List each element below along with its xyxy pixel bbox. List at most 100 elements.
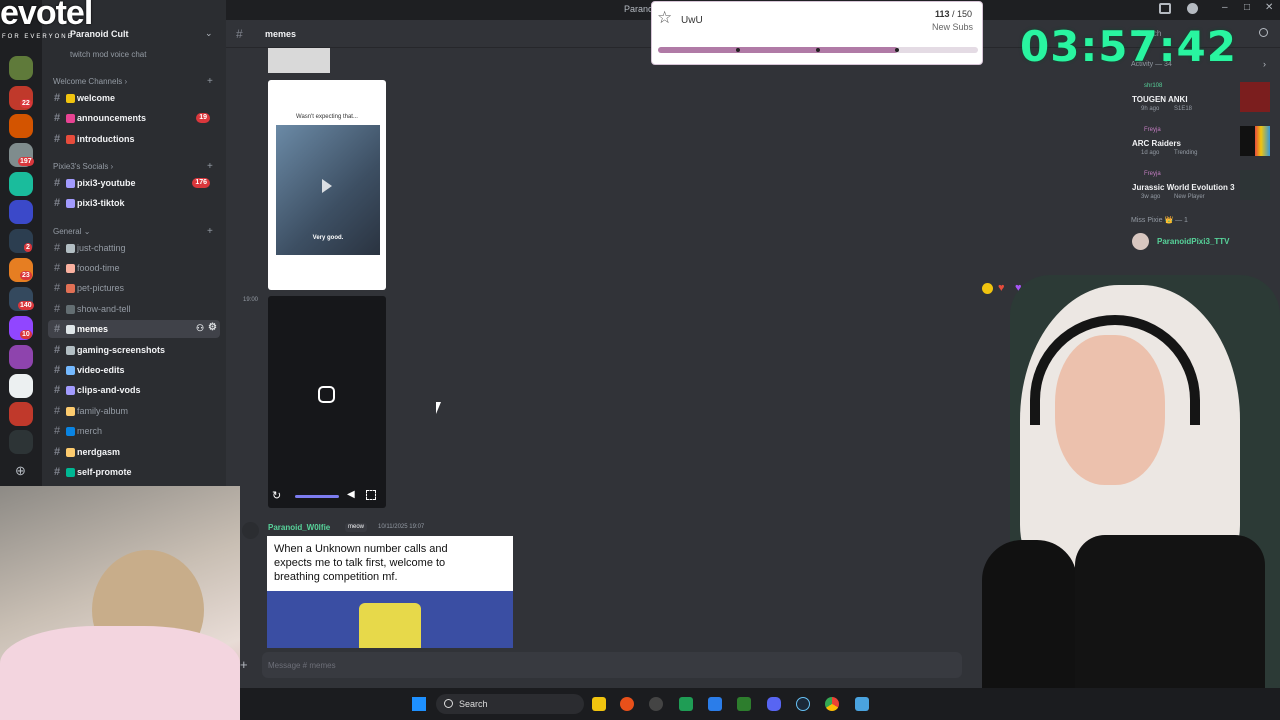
channel-announcements[interactable]: # announcements 19 <box>48 109 220 127</box>
channel-just-chatting[interactable]: # just-chatting <box>48 239 220 257</box>
search-icon[interactable] <box>444 699 453 708</box>
sub-goal-track <box>658 47 978 53</box>
activity-detail: S1E18 <box>1174 106 1193 112</box>
rail-badge: 140 <box>18 301 34 310</box>
chevron-right-icon[interactable]: › <box>1263 59 1266 69</box>
terminal-icon[interactable] <box>737 697 751 711</box>
obs-icon[interactable] <box>649 697 663 711</box>
video-card[interactable]: Wasn't expecting that... Very good. <box>268 80 386 290</box>
play-icon[interactable] <box>322 179 332 193</box>
category-welcome[interactable]: Welcome Channels › + <box>53 76 213 87</box>
header-hash-icon: # <box>236 27 243 41</box>
voice-channel[interactable]: twitch mod voice chat <box>70 50 146 59</box>
evotel-logo: evotel <box>0 0 93 32</box>
member-name[interactable]: ParanoidPixi3_TTV <box>1157 237 1229 246</box>
hash-icon: # <box>53 197 61 209</box>
discord-icon[interactable] <box>767 697 781 711</box>
hash-icon: # <box>53 425 61 437</box>
server-icon[interactable] <box>9 172 33 196</box>
channel-show-and-tell[interactable]: # show-and-tell <box>48 300 220 318</box>
chevron-down-icon[interactable]: ⌄ <box>205 28 213 39</box>
channel-self-promote[interactable]: # self-promote <box>48 463 220 481</box>
add-channel-icon[interactable]: + <box>207 76 213 87</box>
add-channel-icon[interactable]: + <box>207 226 213 237</box>
channel-gaming-screenshots[interactable]: # gaming-screenshots <box>48 341 220 359</box>
channel-pixi3-tiktok[interactable]: # pixi3-tiktok <box>48 194 220 212</box>
steam-icon[interactable] <box>796 697 810 711</box>
server-icon[interactable] <box>9 56 33 80</box>
rail-badge: 2 <box>24 243 32 252</box>
image-attachment[interactable] <box>268 48 330 73</box>
inbox-icon[interactable] <box>1159 3 1171 14</box>
excel-icon[interactable] <box>679 697 693 711</box>
instagram-icon[interactable] <box>318 386 335 403</box>
channel-clips-and-vods[interactable]: # clips-and-vods <box>48 381 220 399</box>
server-icon[interactable] <box>9 114 33 138</box>
channel-family-album[interactable]: # family-album <box>48 402 220 420</box>
server-icon[interactable] <box>9 430 33 454</box>
activity-user: shr108 <box>1144 83 1163 89</box>
instagram-embed[interactable]: ↻ ◀ <box>268 296 386 508</box>
volume-icon[interactable]: ◀ <box>347 489 355 500</box>
add-member-icon[interactable]: ⚇ <box>196 323 204 334</box>
add-channel-icon[interactable]: + <box>207 161 213 172</box>
activity-user: Freyja <box>1144 171 1161 177</box>
server-icon[interactable] <box>9 374 33 398</box>
activity-item[interactable]: shr108 TOUGEN ANKI 9h ago S1E18 <box>1130 82 1272 116</box>
category-general[interactable]: General ⌄ + <box>53 226 213 237</box>
channel-nerdgasm[interactable]: # nerdgasm <box>48 443 220 461</box>
server-rail: ⊕ 22 197 2 23 140 10 <box>0 0 42 488</box>
server-icon[interactable] <box>9 345 33 369</box>
activity-item[interactable]: Freyja ARC Raiders 1d ago Trending <box>1130 126 1272 160</box>
fullscreen-icon[interactable] <box>366 490 376 500</box>
meme-icon <box>66 324 75 334</box>
channel-introductions[interactable]: # introductions <box>48 130 220 148</box>
windows-start-icon[interactable] <box>412 697 426 711</box>
message-date: 10/11/2025 19:07 <box>378 524 425 530</box>
app-icon[interactable] <box>708 697 722 711</box>
maximize-icon[interactable]: □ <box>1244 2 1250 13</box>
member-avatar[interactable] <box>1132 233 1149 250</box>
message-composer[interactable] <box>262 652 962 678</box>
channel-video-edits[interactable]: # video-edits <box>48 361 220 379</box>
channel-merch[interactable]: # merch <box>48 422 220 440</box>
chrome-icon[interactable] <box>825 697 839 711</box>
channel-pet-pictures[interactable]: # pet-pictures <box>48 279 220 297</box>
notepad-icon[interactable] <box>855 697 869 711</box>
channel-pixi3-youtube[interactable]: # pixi3-youtube 176 <box>48 174 220 192</box>
search-icon[interactable] <box>1259 28 1268 37</box>
chat-icon <box>66 243 75 253</box>
taskbar <box>240 688 1280 720</box>
replay-icon[interactable]: ↻ <box>272 489 281 502</box>
activity-item[interactable]: Freyja Jurassic World Evolution 3 3w ago… <box>1130 170 1272 204</box>
sub-goal-widget: ☆ UwU 113 / 150 New Subs <box>651 1 983 65</box>
add-server-icon[interactable]: ⊕ <box>15 463 26 479</box>
channel-foood-time[interactable]: # foood-time <box>48 259 220 277</box>
file-explorer-icon[interactable] <box>592 697 606 711</box>
message-author[interactable]: Paranoid_W0lfie <box>268 523 330 532</box>
server-icon[interactable] <box>9 402 33 426</box>
channel-memes[interactable]: # memes ⚇ ⚙ <box>48 320 220 338</box>
gear-icon[interactable]: ⚙ <box>208 322 217 333</box>
stream-timer: 03:57:42 <box>1020 22 1237 71</box>
hash-icon: # <box>53 384 61 396</box>
message-avatar[interactable] <box>242 522 259 539</box>
channel-welcome[interactable]: # welcome <box>48 89 220 107</box>
hash-icon: # <box>53 262 61 274</box>
category-socials[interactable]: Pixie3's Socials › + <box>53 161 213 172</box>
sub-goal-count: 113 / 150 <box>935 9 972 19</box>
minimize-icon[interactable]: – <box>1222 2 1228 13</box>
sub-goal-label: New Subs <box>932 22 974 32</box>
meme-image[interactable]: When a Unknown number calls and expects … <box>267 536 513 648</box>
brave-icon[interactable] <box>620 697 634 711</box>
help-icon[interactable] <box>1187 3 1198 14</box>
server-icon[interactable] <box>9 200 33 224</box>
volume-slider[interactable] <box>295 495 339 498</box>
wave-icon <box>66 93 75 103</box>
close-icon[interactable]: ✕ <box>1265 2 1273 13</box>
streamer-camera <box>960 255 1280 720</box>
food-icon <box>66 263 75 273</box>
video-thumbnail[interactable]: Very good. <box>276 125 380 255</box>
activity-title: TOUGEN ANKI <box>1132 95 1188 104</box>
attach-icon[interactable]: + <box>240 657 248 672</box>
